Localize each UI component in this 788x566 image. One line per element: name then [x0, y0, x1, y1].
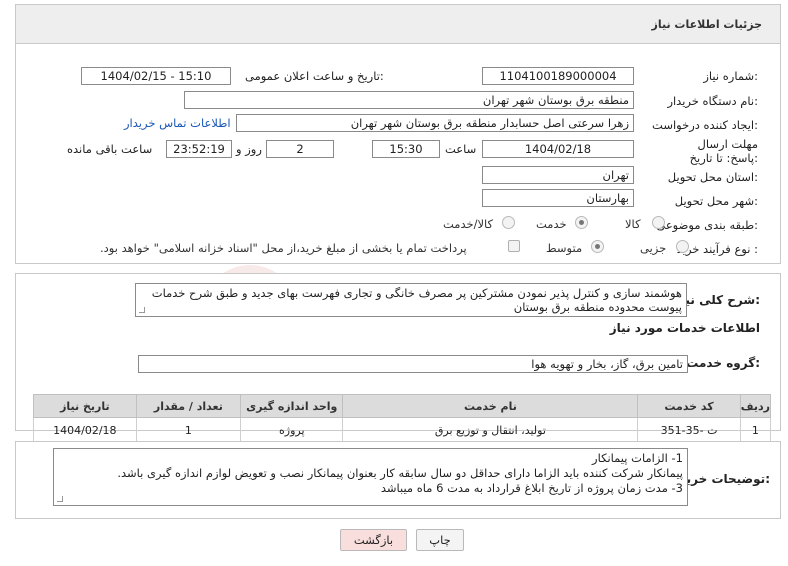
print-button[interactable]: چاپ	[416, 529, 464, 551]
remaining-time-field[interactable]: 23:52:19	[166, 140, 232, 158]
requester-label: ایجاد کننده درخواست:	[652, 118, 758, 132]
cell-service-code: ت -35-351	[637, 417, 741, 443]
buyer-notes-line-1: 1- الزامات پیمانکار	[592, 451, 683, 465]
col-service-code: کد خدمت	[637, 394, 741, 418]
cell-row: 1	[739, 417, 772, 443]
summary-text: هوشمند سازی و کنترل پذیر نمودن مشترکین پ…	[151, 286, 682, 314]
buyer-contact-link[interactable]: اطلاعات تماس خریدار	[124, 116, 231, 130]
col-unit: واحد اندازه گیری	[240, 394, 344, 418]
cell-unit: پروژه	[240, 417, 344, 443]
buyer-notes-textarea[interactable]: 1- الزامات پیمانکار پیمانکار شرکت کننده …	[53, 448, 688, 506]
days-remaining-field[interactable]: 2	[266, 140, 334, 158]
province-field[interactable]: تهران	[482, 166, 634, 184]
cell-need-date: 1404/02/18	[33, 417, 137, 443]
cell-quantity: 1	[135, 417, 242, 443]
deadline-time-label: ساعت	[445, 142, 477, 156]
buyer-notes-resize-grip[interactable]	[57, 496, 63, 502]
category-goods-label: کالا	[625, 217, 641, 231]
table-row[interactable]: 1 ت -35-351 تولید، انتقال و توزیع برق پر…	[33, 417, 772, 443]
col-quantity: تعداد / مقدار	[135, 394, 242, 418]
process-label: نوع فرآیند خرید :	[676, 242, 758, 256]
col-row: ردیف	[739, 394, 772, 418]
announce-datetime-label: تاریخ و ساعت اعلان عمومی:	[245, 69, 384, 83]
category-goods-radio[interactable]	[652, 216, 665, 229]
col-need-date: تاریخ نیاز	[33, 394, 137, 418]
treasury-payment-checkbox[interactable]	[508, 240, 520, 252]
need-number-label: شماره نیاز:	[703, 69, 758, 83]
need-number-field[interactable]: 1104100189000004	[482, 67, 634, 85]
deadline-label: مهلت ارسال پاسخ: تا تاریخ:	[689, 137, 758, 165]
process-medium-radio[interactable]	[591, 240, 604, 253]
announce-datetime-field[interactable]: 1404/02/15 - 15:10	[81, 67, 231, 85]
page-title: جزئیات اطلاعات نیاز	[651, 18, 763, 31]
requester-field[interactable]: زهرا سرعتی اصل حسابدار منطقه برق بوستان …	[236, 114, 634, 132]
back-button[interactable]: بازگشت	[340, 529, 407, 551]
category-label: طبقه بندی موضوعی:	[656, 218, 758, 232]
process-minor-label: جزیی	[640, 241, 667, 255]
summary-textarea[interactable]: هوشمند سازی و کنترل پذیر نمودن مشترکین پ…	[135, 283, 687, 317]
buyer-org-label: نام دستگاه خریدار:	[667, 94, 758, 108]
category-service-label: خدمت	[536, 217, 567, 231]
category-goods-service-radio[interactable]	[502, 216, 515, 229]
category-goods-service-label: کالا/خدمت	[443, 217, 494, 231]
process-medium-label: متوسط	[546, 241, 583, 255]
cell-service-name: تولید، انتقال و توزیع برق	[342, 417, 639, 443]
deadline-time-field[interactable]: 15:30	[372, 140, 440, 158]
buyer-org-field[interactable]: منطقه برق بوستان شهر تهران	[184, 91, 634, 109]
province-label: استان محل تحویل:	[667, 170, 758, 184]
days-label: روز و	[236, 142, 262, 156]
category-service-radio[interactable]	[575, 216, 588, 229]
service-group-field[interactable]: تامین برق، گاز، بخار و تهویه هوا	[138, 355, 688, 373]
buyer-notes-line-2: پیمانکار شرکت کننده باید الزاما دارای حد…	[117, 466, 683, 480]
services-table-header: ردیف کد خدمت نام خدمت واحد اندازه گیری ت…	[33, 394, 772, 418]
remaining-time-label: ساعت باقی مانده	[67, 142, 153, 156]
city-field[interactable]: بهارستان	[482, 189, 634, 207]
col-service-name: نام خدمت	[342, 394, 639, 418]
services-section-title: اطلاعات خدمات مورد نیاز	[609, 321, 760, 335]
city-label: شهر محل تحویل:	[674, 194, 758, 208]
process-minor-radio[interactable]	[676, 240, 689, 253]
summary-resize-grip[interactable]	[139, 307, 145, 313]
service-group-label: گروه خدمت:	[686, 356, 760, 370]
treasury-payment-note: پرداخت تمام یا بخشی از مبلغ خرید،از محل …	[100, 241, 467, 255]
deadline-date-field[interactable]: 1404/02/18	[482, 140, 634, 158]
services-table: ردیف کد خدمت نام خدمت واحد اندازه گیری ت…	[33, 394, 772, 443]
buyer-notes-line-3: 3- مدت زمان پروژه از تاریخ ابلاغ قرارداد…	[380, 481, 683, 495]
